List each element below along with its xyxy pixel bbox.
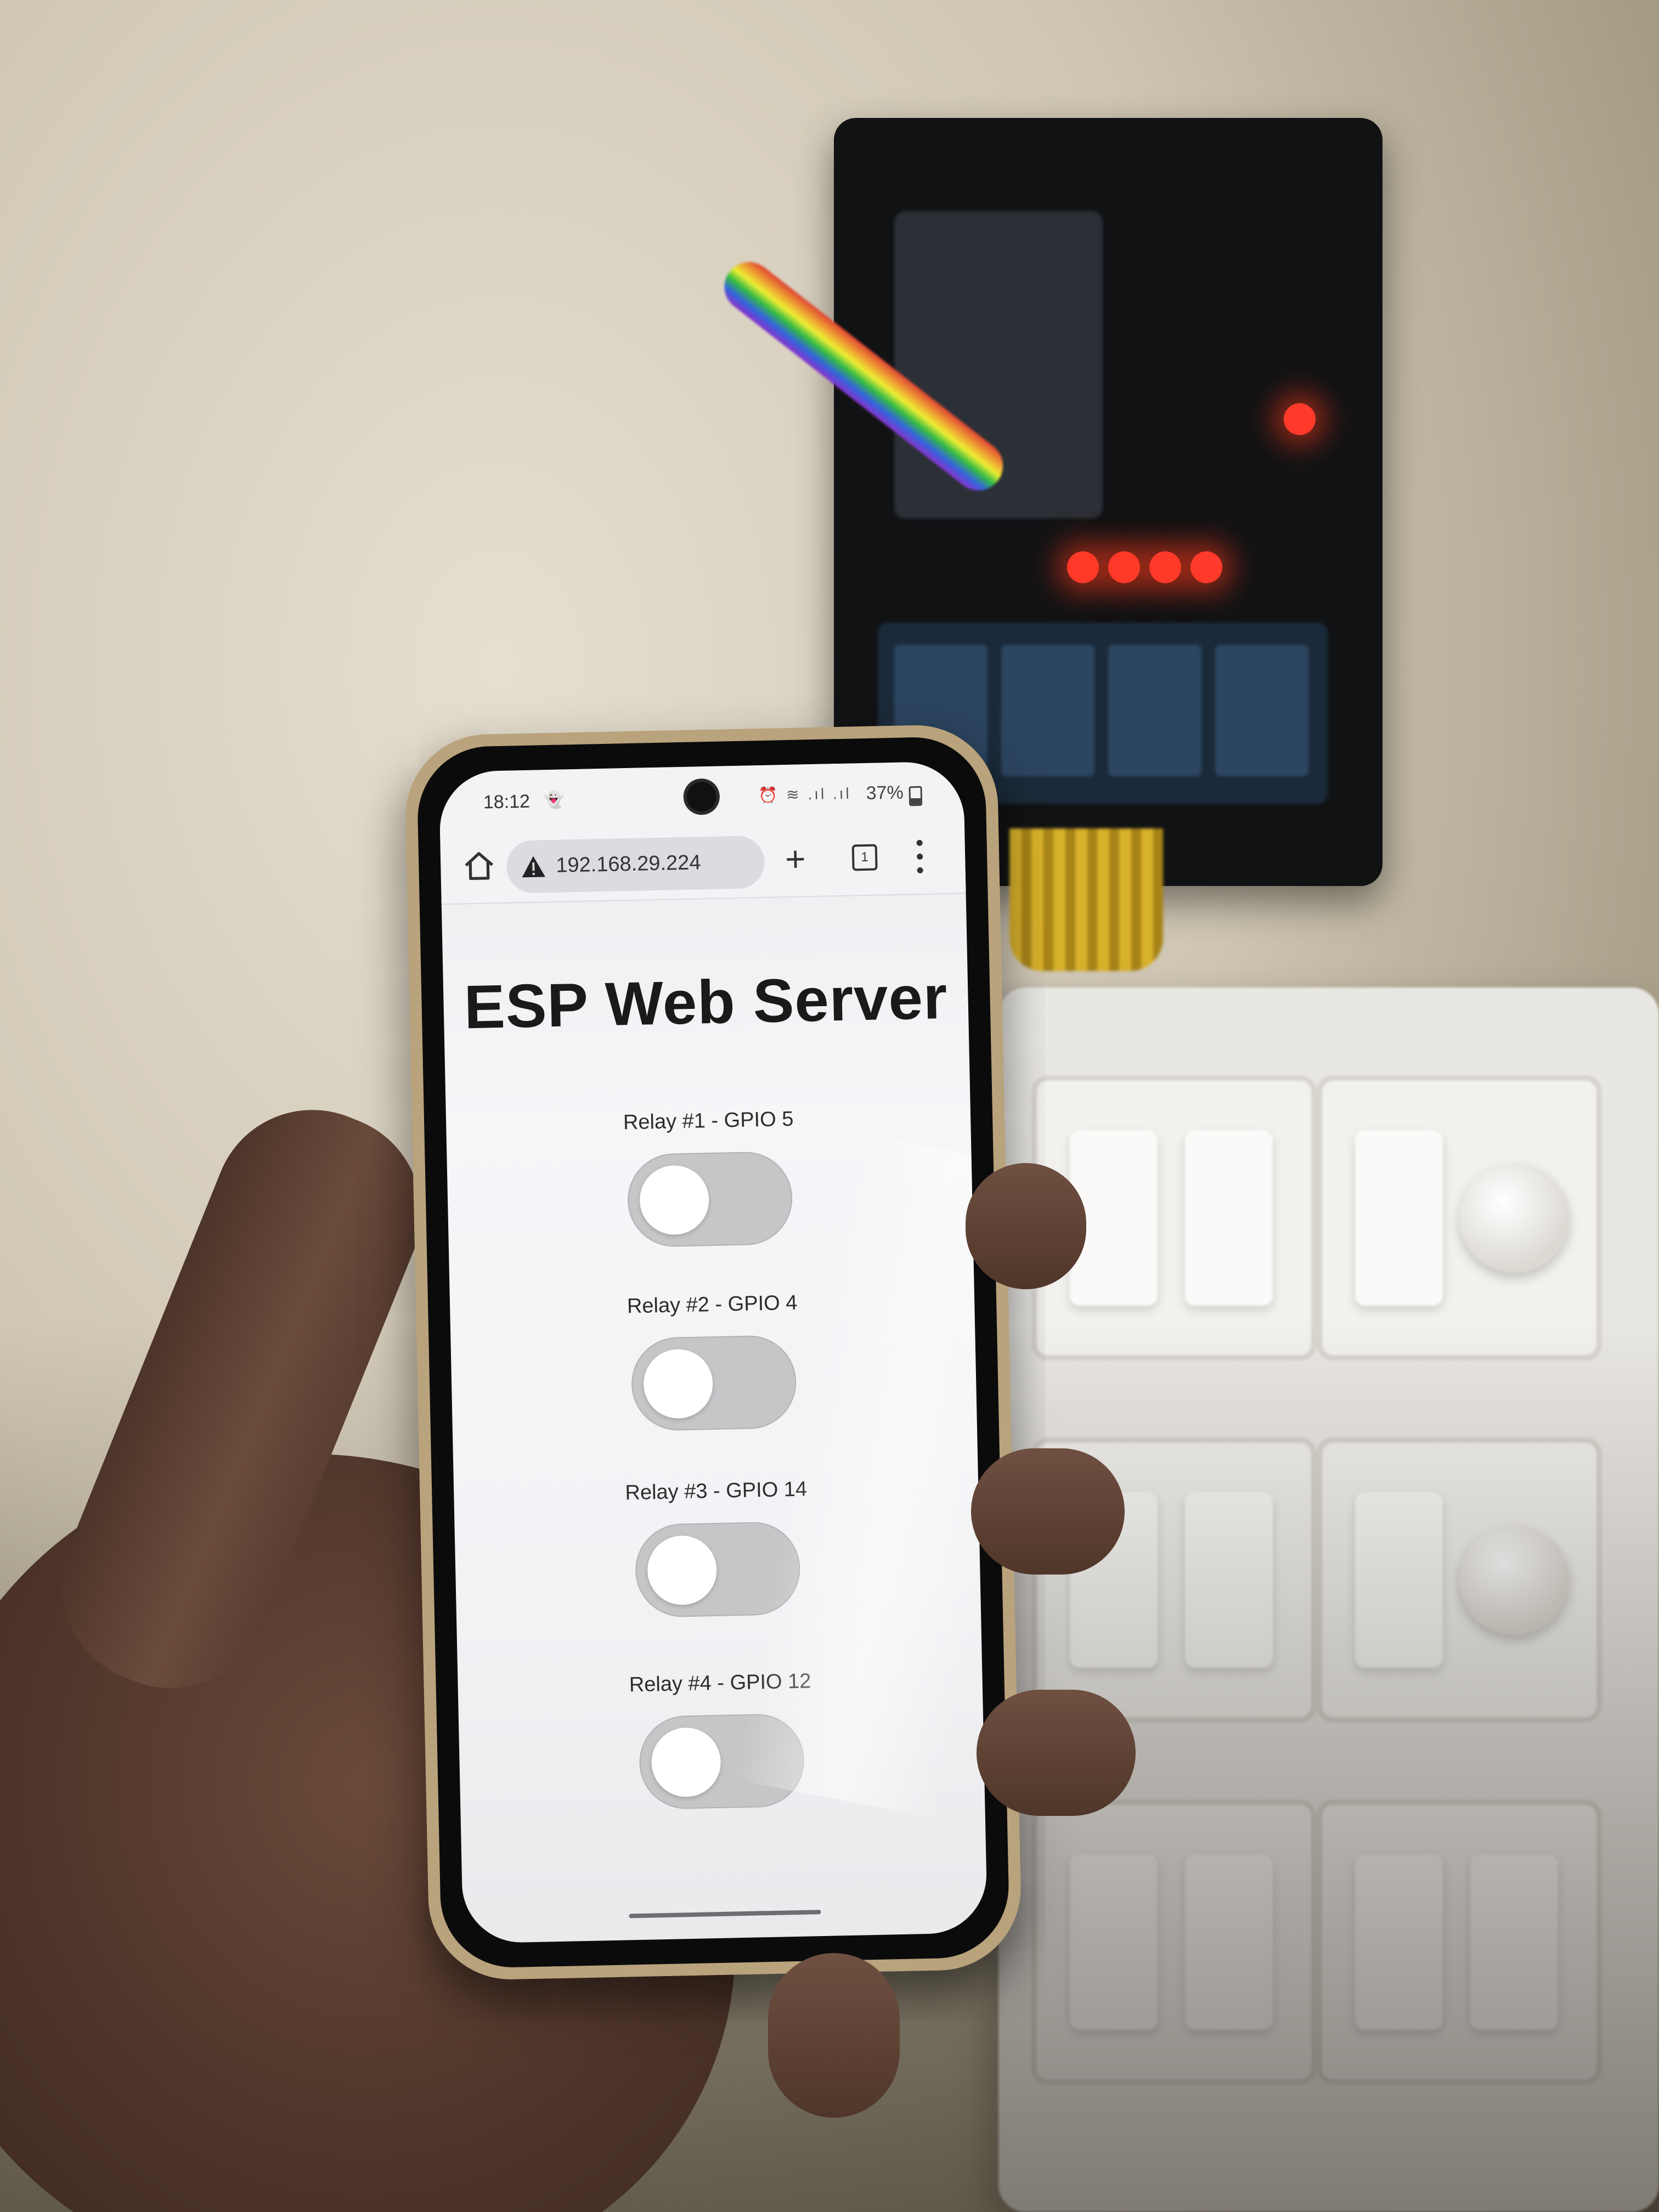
plus-icon[interactable]: + — [785, 837, 806, 881]
relay-control: Relay #1 - GPIO 5 — [446, 1104, 973, 1251]
relay-block — [1108, 645, 1201, 776]
menu-dot — [916, 839, 923, 847]
toggle-knob — [642, 1348, 714, 1419]
phone-screen: 18:12 👻 ⏰ ≋ .ıl .ıl 37% 192.168.29.224 +… — [438, 761, 988, 1944]
relay-label: Relay #2 - GPIO 4 — [627, 1291, 798, 1318]
status-time: 18:12 — [483, 791, 531, 813]
front-camera — [683, 778, 720, 815]
phone-bezel: 18:12 👻 ⏰ ≋ .ıl .ıl 37% 192.168.29.224 +… — [416, 736, 1011, 1969]
more-vert-icon[interactable] — [911, 838, 928, 877]
relay-label: Relay #3 - GPIO 14 — [625, 1477, 808, 1505]
dimmer-knob — [1459, 1163, 1569, 1273]
menu-dot — [917, 867, 923, 874]
home-icon[interactable] — [461, 849, 497, 884]
relay-2-toggle[interactable] — [630, 1334, 797, 1432]
photo-scene: 18:12 👻 ⏰ ≋ .ıl .ıl 37% 192.168.29.224 +… — [0, 0, 1659, 2212]
relay-4-toggle[interactable] — [638, 1713, 805, 1810]
relay-label: Relay #4 - GPIO 12 — [629, 1669, 811, 1697]
rocker-switch — [1185, 1130, 1273, 1306]
signal-wifi-icons: ⏰ ≋ .ıl .ıl — [758, 785, 852, 804]
url-text[interactable]: 192.168.29.224 — [556, 851, 701, 878]
power-led — [1284, 403, 1316, 435]
page-title: ESP Web Server — [463, 962, 949, 1042]
relay-label: Relay #1 - GPIO 5 — [623, 1107, 794, 1135]
address-bar[interactable]: 192.168.29.224 — [506, 835, 765, 894]
hand-finger — [966, 1163, 1086, 1289]
relay-control: Relay #3 - GPIO 14 — [454, 1474, 981, 1622]
toggle-knob — [639, 1165, 710, 1235]
browser-toolbar: 192.168.29.224 + 1 — [440, 821, 966, 905]
relay-block — [1001, 645, 1094, 776]
relay-1-toggle[interactable] — [627, 1150, 793, 1248]
relay-led — [1108, 551, 1140, 583]
hand-finger — [768, 1953, 900, 2118]
warning-icon[interactable] — [521, 854, 546, 879]
toggle-knob — [647, 1534, 718, 1606]
relay-led — [1067, 551, 1099, 583]
hand-finger — [977, 1690, 1136, 1816]
hand-finger — [971, 1448, 1125, 1575]
smartphone: 18:12 👻 ⏰ ≋ .ıl .ıl 37% 192.168.29.224 +… — [404, 723, 1023, 1982]
wire-bundle — [1009, 828, 1163, 971]
tabs-icon[interactable]: 1 — [851, 844, 878, 871]
toggle-knob — [651, 1726, 721, 1798]
snapchat-ghost-icon: 👻 — [543, 791, 565, 810]
rocker-switch — [1355, 1130, 1443, 1306]
relay-control: Relay #4 - GPIO 12 — [458, 1666, 985, 1814]
relay-led — [1149, 551, 1181, 583]
web-page: ESP Web Server Relay #1 - GPIO 5 Relay #… — [442, 893, 988, 1944]
status-bar: 18:12 👻 ⏰ ≋ .ıl .ıl 37% — [438, 761, 964, 833]
relay-3-toggle[interactable] — [634, 1521, 802, 1618]
relay-led — [1190, 551, 1222, 583]
battery-percent: 37% — [866, 782, 904, 804]
relay-block — [1215, 645, 1308, 776]
menu-dot — [917, 853, 923, 860]
battery-icon — [909, 786, 923, 806]
relay-control: Relay #2 - GPIO 4 — [450, 1288, 977, 1435]
